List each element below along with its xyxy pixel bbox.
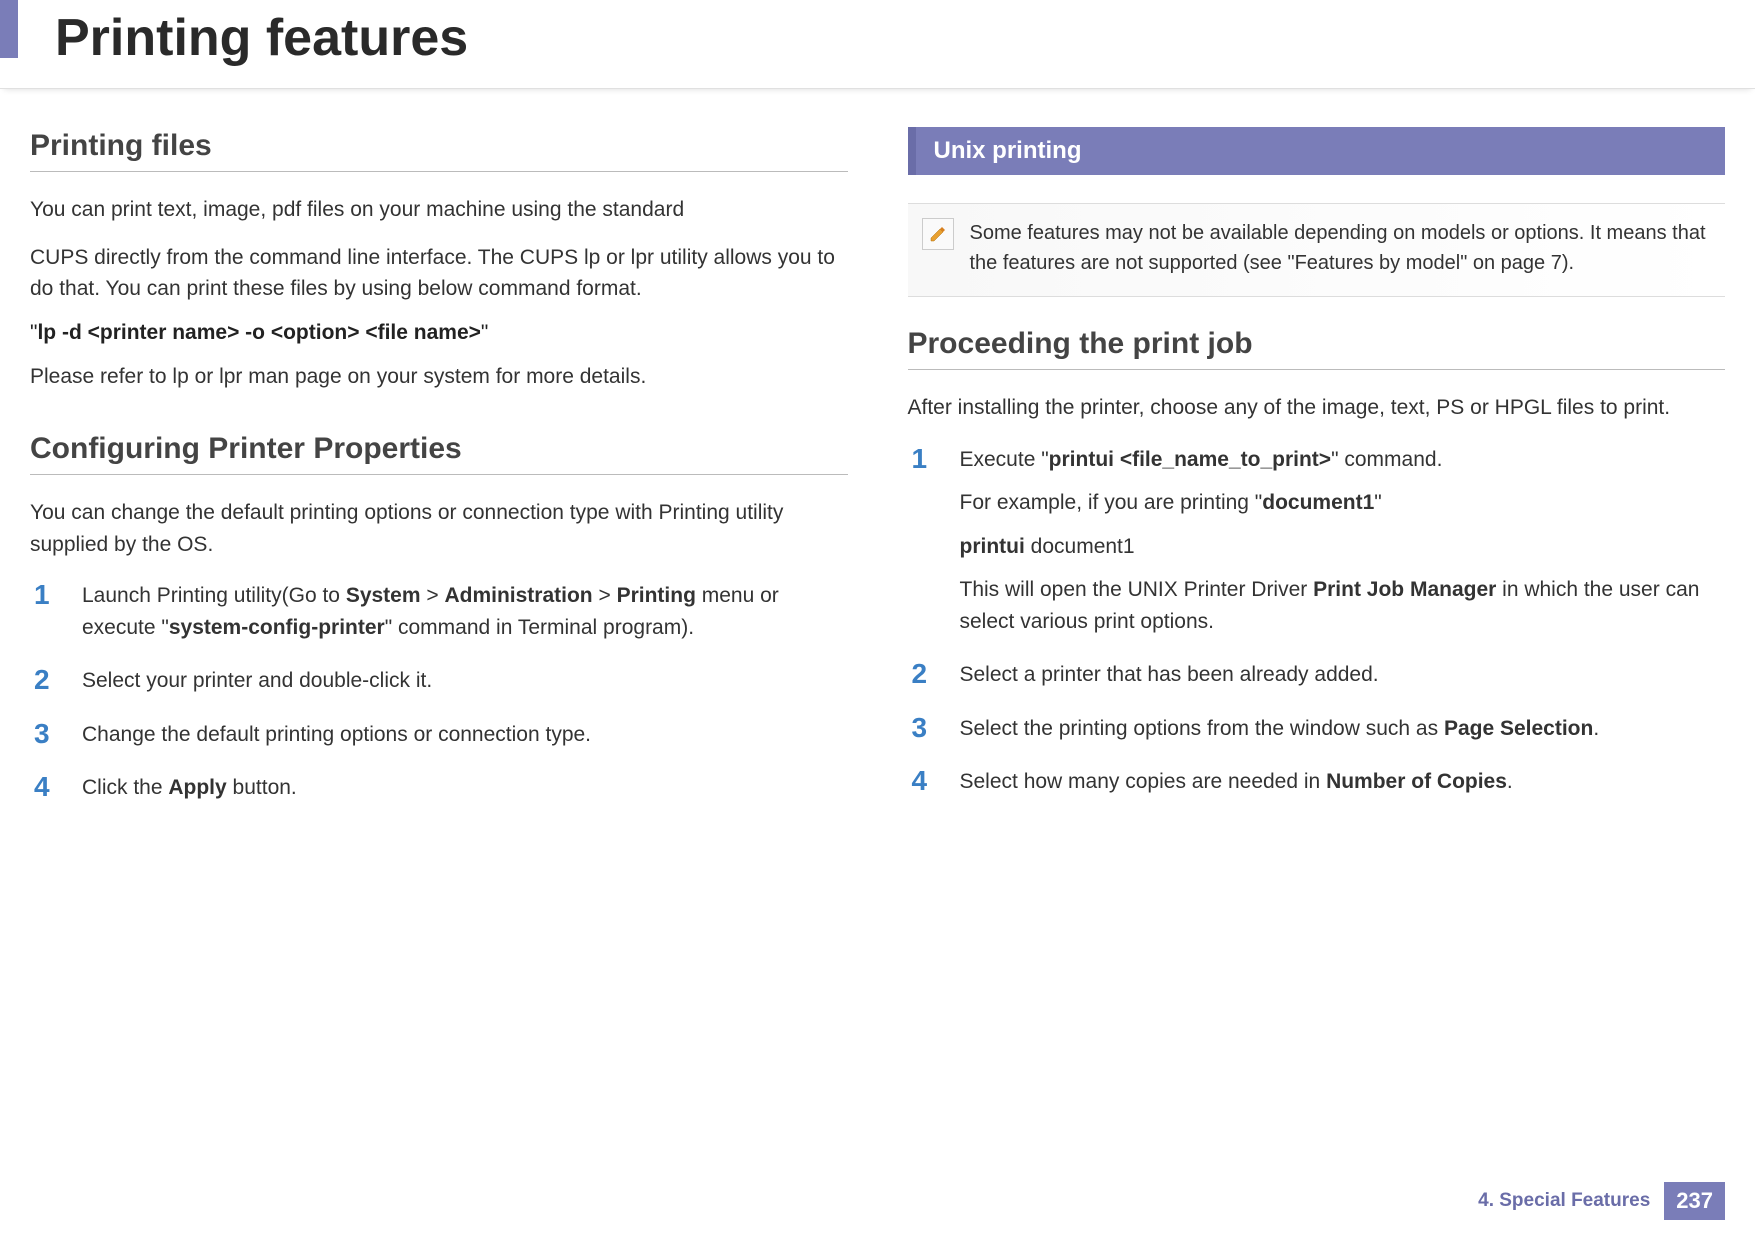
footer-page-number: 237	[1664, 1182, 1725, 1220]
step-number: 1	[34, 580, 58, 643]
step-item: 2 Select your printer and double-click i…	[34, 665, 848, 697]
text: button.	[227, 776, 297, 799]
content-columns: Printing files You can print text, image…	[0, 89, 1755, 826]
step-body: Launch Printing utility(Go to System > A…	[82, 580, 848, 643]
app-name: Print Job Manager	[1313, 578, 1496, 601]
steps-list: 1 Execute "printui <file_name_to_print>"…	[908, 444, 1726, 798]
right-column: Unix printing Some features may not be a…	[908, 119, 1726, 826]
text: For example, if you are printing "	[960, 491, 1263, 514]
body-text: CUPS directly from the command line inte…	[30, 242, 848, 305]
text: This will open the UNIX Printer Driver	[960, 578, 1314, 601]
option-name: Page Selection	[1444, 717, 1593, 740]
text: Select how many copies are needed in	[960, 770, 1327, 793]
step-number: 1	[912, 444, 936, 638]
text: Select the printing options from the win…	[960, 717, 1444, 740]
step-item: 3 Select the printing options from the w…	[912, 713, 1726, 745]
pencil-icon	[928, 224, 948, 244]
note-icon	[922, 218, 954, 250]
step-body: Select a printer that has been already a…	[960, 659, 1726, 691]
menu-printing: Printing	[617, 584, 696, 607]
section-header-unix: Unix printing	[908, 127, 1726, 175]
step-item: 4 Click the Apply button.	[34, 772, 848, 804]
subsection-printing-files: Printing files	[30, 129, 848, 172]
step-body: Execute "printui <file_name_to_print>" c…	[960, 444, 1726, 638]
step-item: 2 Select a printer that has been already…	[912, 659, 1726, 691]
option-name: Number of Copies	[1326, 770, 1507, 793]
page-footer: 4. Special Features 237	[1478, 1182, 1725, 1220]
text: " command.	[1331, 448, 1442, 471]
command-example: "lp -d <printer name> -o <option> <file …	[30, 321, 848, 345]
subsection-configuring-printer: Configuring Printer Properties	[30, 432, 848, 475]
step-body: Change the default printing options or c…	[82, 719, 848, 751]
text: .	[1593, 717, 1599, 740]
left-column: Printing files You can print text, image…	[30, 119, 848, 826]
step-number: 4	[912, 766, 936, 798]
note-box: Some features may not be available depen…	[908, 203, 1726, 297]
command-name: system-config-printer	[169, 616, 385, 639]
step-item: 1 Execute "printui <file_name_to_print>"…	[912, 444, 1726, 638]
note-text: Some features may not be available depen…	[970, 218, 1708, 278]
step-item: 3 Change the default printing options or…	[34, 719, 848, 751]
page-header: Printing features	[0, 0, 1755, 89]
quote-close: "	[481, 321, 488, 344]
text: .	[1507, 770, 1513, 793]
subsection-proceeding-print-job: Proceeding the print job	[908, 327, 1726, 370]
button-name: Apply	[168, 776, 226, 799]
command-text: printui <file_name_to_print>	[1049, 448, 1331, 471]
body-text: You can print text, image, pdf files on …	[30, 194, 848, 226]
page-title: Printing features	[55, 8, 1755, 68]
body-text: Please refer to lp or lpr man page on yo…	[30, 361, 848, 393]
header-accent-tab	[0, 0, 18, 58]
command-text: lp -d <printer name> -o <option> <file n…	[37, 321, 480, 344]
step-body: Select how many copies are needed in Num…	[960, 766, 1726, 798]
sep: >	[593, 584, 617, 607]
step-body: Select your printer and double-click it.	[82, 665, 848, 697]
text: "	[1374, 491, 1381, 514]
text: Click the	[82, 776, 168, 799]
text: Launch Printing utility(Go to	[82, 584, 346, 607]
step-number: 4	[34, 772, 58, 804]
footer-chapter: 4. Special Features	[1478, 1190, 1650, 1212]
text: " command in Terminal program).	[385, 616, 694, 639]
text: Execute "	[960, 448, 1049, 471]
body-text: You can change the default printing opti…	[30, 497, 848, 560]
steps-list: 1 Launch Printing utility(Go to System >…	[30, 580, 848, 804]
menu-system: System	[346, 584, 421, 607]
body-text: After installing the printer, choose any…	[908, 392, 1726, 424]
command-name: printui	[960, 535, 1025, 558]
step-body: Select the printing options from the win…	[960, 713, 1726, 745]
step-body: Click the Apply button.	[82, 772, 848, 804]
text: document1	[1025, 535, 1135, 558]
step-number: 3	[912, 713, 936, 745]
sep: >	[421, 584, 445, 607]
filename: document1	[1262, 491, 1374, 514]
step-number: 2	[912, 659, 936, 691]
step-number: 3	[34, 719, 58, 751]
step-item: 4 Select how many copies are needed in N…	[912, 766, 1726, 798]
menu-administration: Administration	[444, 584, 592, 607]
step-item: 1 Launch Printing utility(Go to System >…	[34, 580, 848, 643]
step-number: 2	[34, 665, 58, 697]
